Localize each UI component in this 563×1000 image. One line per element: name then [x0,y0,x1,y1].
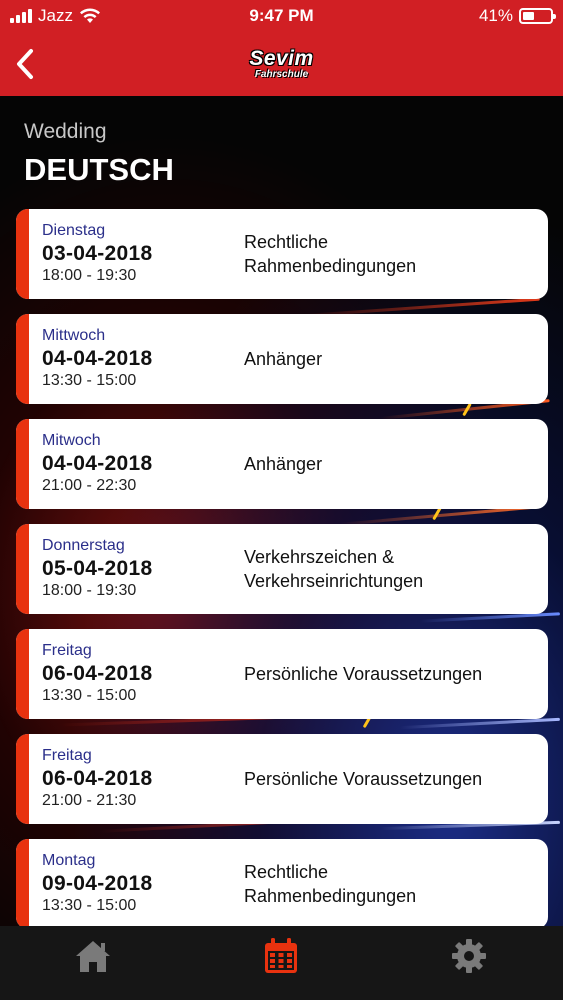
card-accent-bar [16,419,29,509]
battery-percent: 41% [478,6,513,25]
lesson-day: Mitwoch [42,432,101,449]
card-accent-bar [16,209,29,299]
status-bar: Jazz 9:47 PM 41% [0,0,563,32]
page-title: DEUTSCH [24,152,174,187]
tab-settings[interactable] [449,936,489,976]
lesson-course: Persönliche Voraussetzungen [244,769,483,789]
lesson-date: 06-04-2018 [42,662,153,685]
lesson-date: 04-04-2018 [42,347,153,370]
lesson-time: 18:00 - 19:30 [42,267,137,284]
tab-calendar[interactable] [261,936,301,976]
lesson-course: Persönliche Voraussetzungen [244,664,483,684]
logo-title: Sevim [249,47,314,70]
logo-subtitle: Fahrschule [254,69,309,80]
lesson-course: Anhänger [244,454,323,474]
home-icon [76,941,110,972]
card-accent-bar [16,839,29,929]
lesson-card[interactable]: Mittwoch 04-04-2018 13:30 - 15:00 Anhäng… [16,314,548,404]
gear-icon [452,939,486,973]
lesson-card[interactable]: Freitag 06-04-2018 13:30 - 15:00 Persönl… [16,629,548,719]
lesson-course: Anhänger [244,349,323,369]
lesson-card[interactable]: Mitwoch 04-04-2018 21:00 - 22:30 Anhänge… [16,419,548,509]
lesson-card[interactable]: Dienstag 03-04-2018 18:00 - 19:30 Rechtl… [16,209,548,299]
lesson-time: 21:00 - 22:30 [42,477,137,494]
card-accent-bar [16,524,29,614]
lesson-time: 13:30 - 15:00 [42,897,137,914]
app-logo: Sevim Fahrschule [0,48,563,80]
calendar-icon [265,938,297,973]
lesson-list: Dienstag 03-04-2018 18:00 - 19:30 Rechtl… [16,209,548,944]
tab-bar [0,926,563,1000]
lesson-day: Dienstag [42,222,106,239]
lesson-course: Rechtliche Rahmenbedingungen [244,232,417,276]
location-label: Wedding [24,120,107,143]
lesson-date: 06-04-2018 [42,767,153,790]
lesson-date: 03-04-2018 [42,242,153,265]
lesson-day: Freitag [42,642,92,659]
lesson-card[interactable]: Donnerstag 05-04-2018 18:00 - 19:30 Verk… [16,524,548,614]
lesson-card[interactable]: Montag 09-04-2018 13:30 - 15:00 Rechtlic… [16,839,548,929]
lesson-time: 21:00 - 21:30 [42,792,137,809]
card-accent-bar [16,734,29,824]
card-accent-bar [16,314,29,404]
tab-home[interactable] [73,936,113,976]
lesson-course: Rechtliche Rahmenbedingungen [244,862,417,906]
lesson-course: Verkehrszeichen & Verkehrseinrichtungen [244,547,424,591]
lesson-time: 13:30 - 15:00 [42,372,137,389]
lesson-time: 13:30 - 15:00 [42,687,137,704]
battery-icon [519,8,556,24]
battery-level [523,12,534,20]
app-header: Jazz 9:47 PM 41% Sevim Fahrschule [0,0,563,96]
lesson-card[interactable]: Freitag 06-04-2018 21:00 - 21:30 Persönl… [16,734,548,824]
card-accent-bar [16,629,29,719]
lesson-date: 09-04-2018 [42,872,153,895]
lesson-date: 04-04-2018 [42,452,153,475]
lesson-day: Mittwoch [42,327,106,344]
lesson-date: 05-04-2018 [42,557,153,580]
lesson-time: 18:00 - 19:30 [42,582,137,599]
lesson-day: Donnerstag [42,537,125,554]
lesson-day: Montag [42,852,96,869]
lesson-day: Freitag [42,747,92,764]
